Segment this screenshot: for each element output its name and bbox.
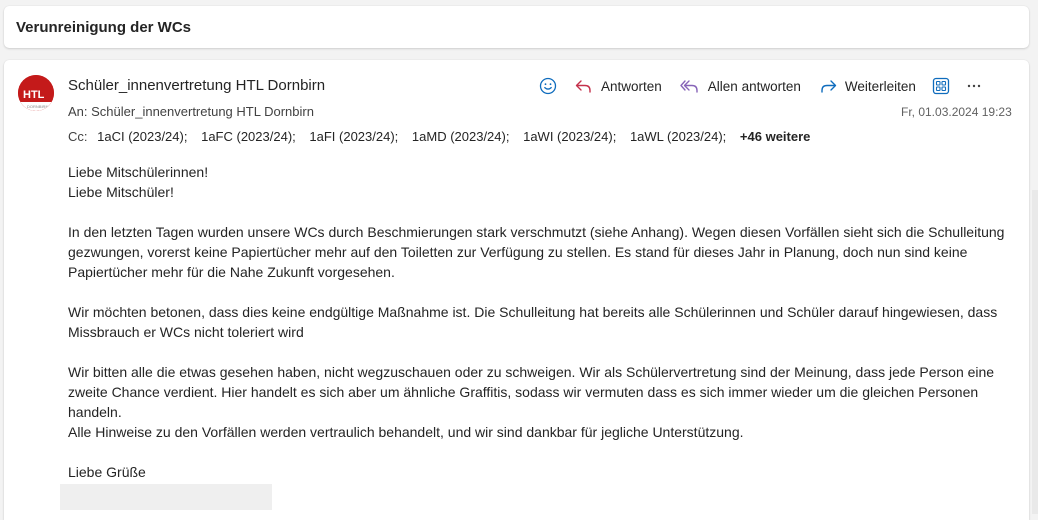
subject-title: Verunreinigung der WCs	[16, 19, 192, 36]
reply-button[interactable]: Antworten	[575, 78, 662, 94]
cc-prefix: Cc:	[68, 129, 88, 144]
more-icon	[967, 84, 981, 88]
htl-logo-icon: HTL DORNBIRN	[18, 75, 54, 111]
avatar[interactable]: HTL DORNBIRN	[18, 75, 54, 111]
emoji-icon	[539, 77, 557, 95]
grid-icon	[932, 77, 950, 95]
cc-line: Cc: 1aCI (2023/24); 1aFC (2023/24); 1aFI…	[68, 129, 810, 144]
message-body: Liebe Mitschülerinnen! Liebe Mitschüler!…	[60, 162, 1008, 510]
cc-recipient[interactable]: 1aCI (2023/24);	[97, 129, 187, 144]
cc-recipient[interactable]: 1aFI (2023/24);	[309, 129, 398, 144]
redacted-signature	[60, 484, 272, 510]
emoji-button[interactable]	[539, 77, 557, 95]
to-recipient[interactable]: Schüler_innenvertretung HTL Dornbirn	[91, 104, 314, 119]
reply-all-label: Allen antworten	[707, 78, 801, 94]
to-prefix: An:	[68, 104, 88, 119]
message-toolbar: Antworten Allen antworten Weiterleiten	[539, 74, 982, 98]
body-paragraph: Wir bitten alle die etwas gesehen haben,…	[68, 364, 995, 420]
greeting-line: Liebe Mitschülerinnen!	[68, 164, 209, 180]
apps-button[interactable]	[932, 77, 950, 95]
reply-all-icon	[680, 80, 698, 93]
subject-bar: Verunreinigung der WCs	[4, 6, 1029, 48]
reply-label: Antworten	[601, 78, 662, 94]
avatar-text: HTL	[23, 89, 45, 101]
to-line: An: Schüler_innenvertretung HTL Dornbirn	[68, 104, 314, 119]
cc-recipient[interactable]: 1aFC (2023/24);	[201, 129, 296, 144]
reply-all-button[interactable]: Allen antworten	[680, 78, 801, 94]
avatar-subtext: DORNBIRN	[27, 104, 48, 109]
body-paragraph: Alle Hinweise zu den Vorfällen werden ve…	[68, 424, 744, 440]
cc-recipient[interactable]: 1aMD (2023/24);	[412, 129, 510, 144]
forward-button[interactable]: Weiterleiten	[819, 78, 916, 94]
more-actions-button[interactable]	[966, 78, 982, 94]
message-date: Fr, 01.03.2024 19:23	[901, 105, 1012, 119]
cc-recipient[interactable]: 1aWI (2023/24);	[523, 129, 616, 144]
reply-icon	[575, 80, 591, 93]
body-paragraph: Wir möchten betonen, dass dies keine end…	[68, 304, 998, 340]
greeting-line: Liebe Mitschüler!	[68, 184, 174, 200]
closing-line: Liebe Grüße	[68, 464, 146, 480]
body-paragraph: In den letzten Tagen wurden unsere WCs d…	[68, 224, 1005, 280]
forward-label: Weiterleiten	[844, 78, 916, 94]
forward-icon	[821, 80, 837, 93]
scrollbar[interactable]	[1032, 190, 1038, 514]
sender-name[interactable]: Schüler_innenvertretung HTL Dornbirn	[68, 77, 325, 94]
cc-more-link[interactable]: +46 weitere	[740, 129, 810, 144]
message-card: HTL DORNBIRN Schüler_innenvertretung HTL…	[4, 60, 1029, 520]
cc-recipient[interactable]: 1aWL (2023/24);	[630, 129, 726, 144]
